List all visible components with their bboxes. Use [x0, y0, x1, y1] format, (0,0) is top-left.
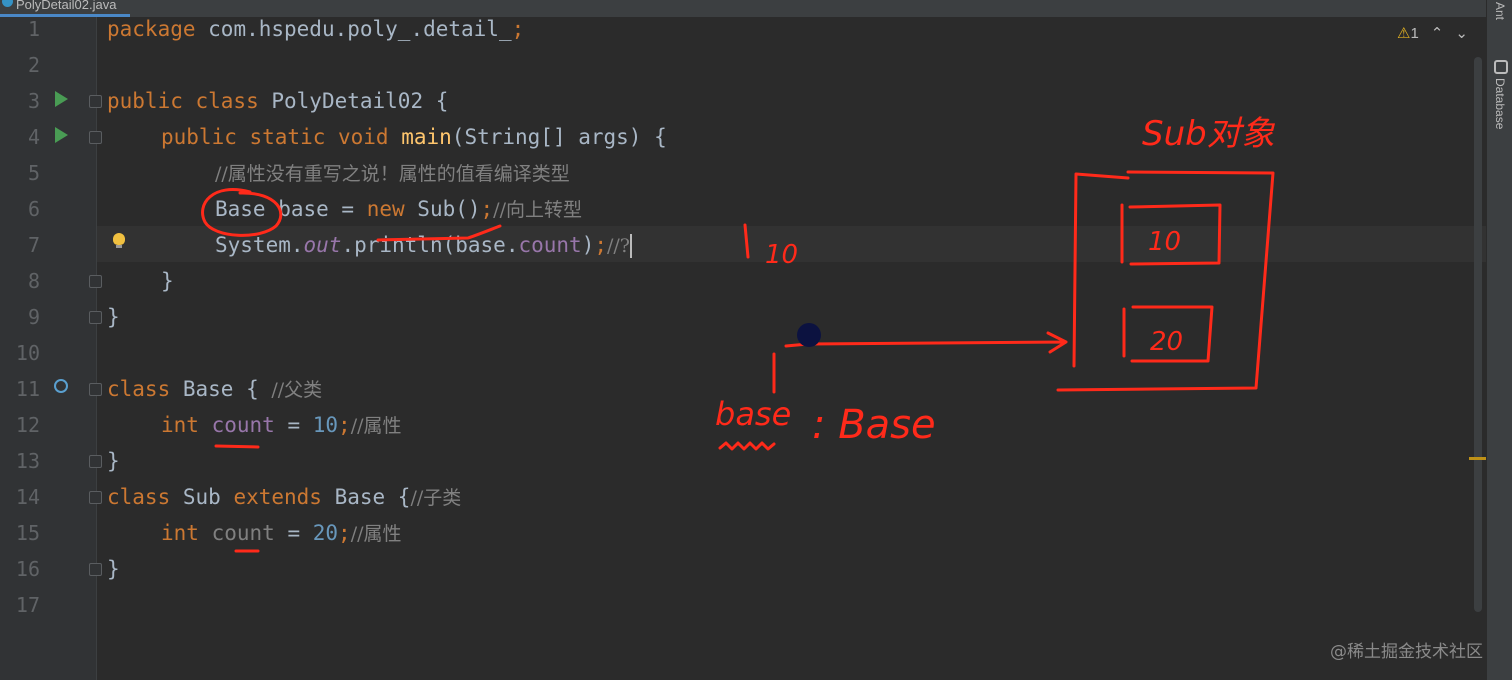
line-number: 11: [15, 377, 40, 401]
file-tab[interactable]: PolyDetail02.java: [0, 0, 131, 17]
run-main-icon[interactable]: [55, 127, 68, 143]
code-line-5[interactable]: //属性没有重写之说！属性的值看编译类型: [215, 155, 570, 191]
code-line-12[interactable]: int count = 10;//属性: [161, 407, 402, 443]
line-number: 10: [15, 341, 40, 365]
ant-tool-button[interactable]: Ant: [1493, 2, 1507, 20]
line-number: 2: [27, 53, 40, 77]
line-number: 8: [27, 269, 40, 293]
fold-icon[interactable]: [89, 491, 102, 504]
fold-icon[interactable]: [89, 383, 102, 396]
inspection-widget[interactable]: ⚠1 ⌃ ⌄: [1397, 24, 1468, 42]
intention-bulb-icon[interactable]: [113, 233, 125, 248]
line-number: 5: [27, 161, 40, 185]
line-number: 3: [27, 89, 40, 113]
watermark: @稀土掘金技术社区: [1330, 642, 1483, 662]
line-number: 9: [27, 305, 40, 329]
code-line-7[interactable]: System.out.println(base.count);//?: [215, 227, 632, 263]
code-line-6[interactable]: Base base = new Sub();//向上转型: [215, 191, 582, 227]
fold-icon[interactable]: [89, 275, 102, 288]
code-line-8[interactable]: }: [161, 263, 174, 299]
text-cursor: [630, 234, 632, 258]
code-line-13[interactable]: }: [107, 443, 120, 479]
previous-highlight-button[interactable]: ⌃: [1431, 24, 1444, 42]
code-line-15[interactable]: int count = 20;//属性: [161, 515, 402, 551]
database-icon: [1494, 60, 1508, 74]
overridden-field-icon[interactable]: [54, 379, 68, 393]
editor-tab-bar: PolyDetail02.java: [0, 0, 1486, 18]
line-number: 17: [15, 593, 40, 617]
fold-icon[interactable]: [89, 95, 102, 108]
code-line-14[interactable]: class Sub extends Base {//子类: [107, 479, 461, 515]
java-class-icon: [2, 0, 13, 7]
line-number: 15: [15, 521, 40, 545]
line-number: 4: [27, 125, 40, 149]
fold-icon[interactable]: [89, 563, 102, 576]
next-highlight-button[interactable]: ⌄: [1455, 24, 1468, 42]
warning-icon: ⚠: [1397, 25, 1411, 42]
code-line-3[interactable]: public class PolyDetail02 {: [107, 83, 448, 119]
warning-stripe-marker[interactable]: [1469, 457, 1486, 460]
fold-icon[interactable]: [89, 131, 102, 144]
line-number: 16: [15, 557, 40, 581]
line-number: 12: [15, 413, 40, 437]
code-editor[interactable]: 1 2 3 4 5 6 7 8 9 10 11 12 13 14 15 16 17 package com.hs…: [0, 17, 1486, 680]
code-line-9[interactable]: }: [107, 299, 120, 335]
code-line-4[interactable]: public static void main(String[] args) {: [161, 119, 667, 155]
code-line-11[interactable]: class Base { //父类: [107, 371, 322, 407]
line-number: 1: [27, 17, 40, 41]
fold-icon[interactable]: [89, 455, 102, 468]
line-number: 6: [27, 197, 40, 221]
run-class-icon[interactable]: [55, 91, 68, 107]
right-tool-sidebar: Ant Database: [1486, 0, 1512, 680]
code-line-1[interactable]: package com.hspedu.poly_.detail_;: [107, 17, 524, 47]
code-line-16[interactable]: }: [107, 551, 120, 587]
line-number: 13: [15, 449, 40, 473]
line-number: 7: [27, 233, 40, 257]
fold-icon[interactable]: [89, 311, 102, 324]
file-tab-label: PolyDetail02.java: [16, 0, 117, 12]
vertical-scrollbar[interactable]: [1474, 57, 1482, 612]
line-number: 14: [15, 485, 40, 509]
warning-count: 1: [1410, 25, 1419, 42]
database-tool-button[interactable]: Database: [1493, 78, 1507, 129]
